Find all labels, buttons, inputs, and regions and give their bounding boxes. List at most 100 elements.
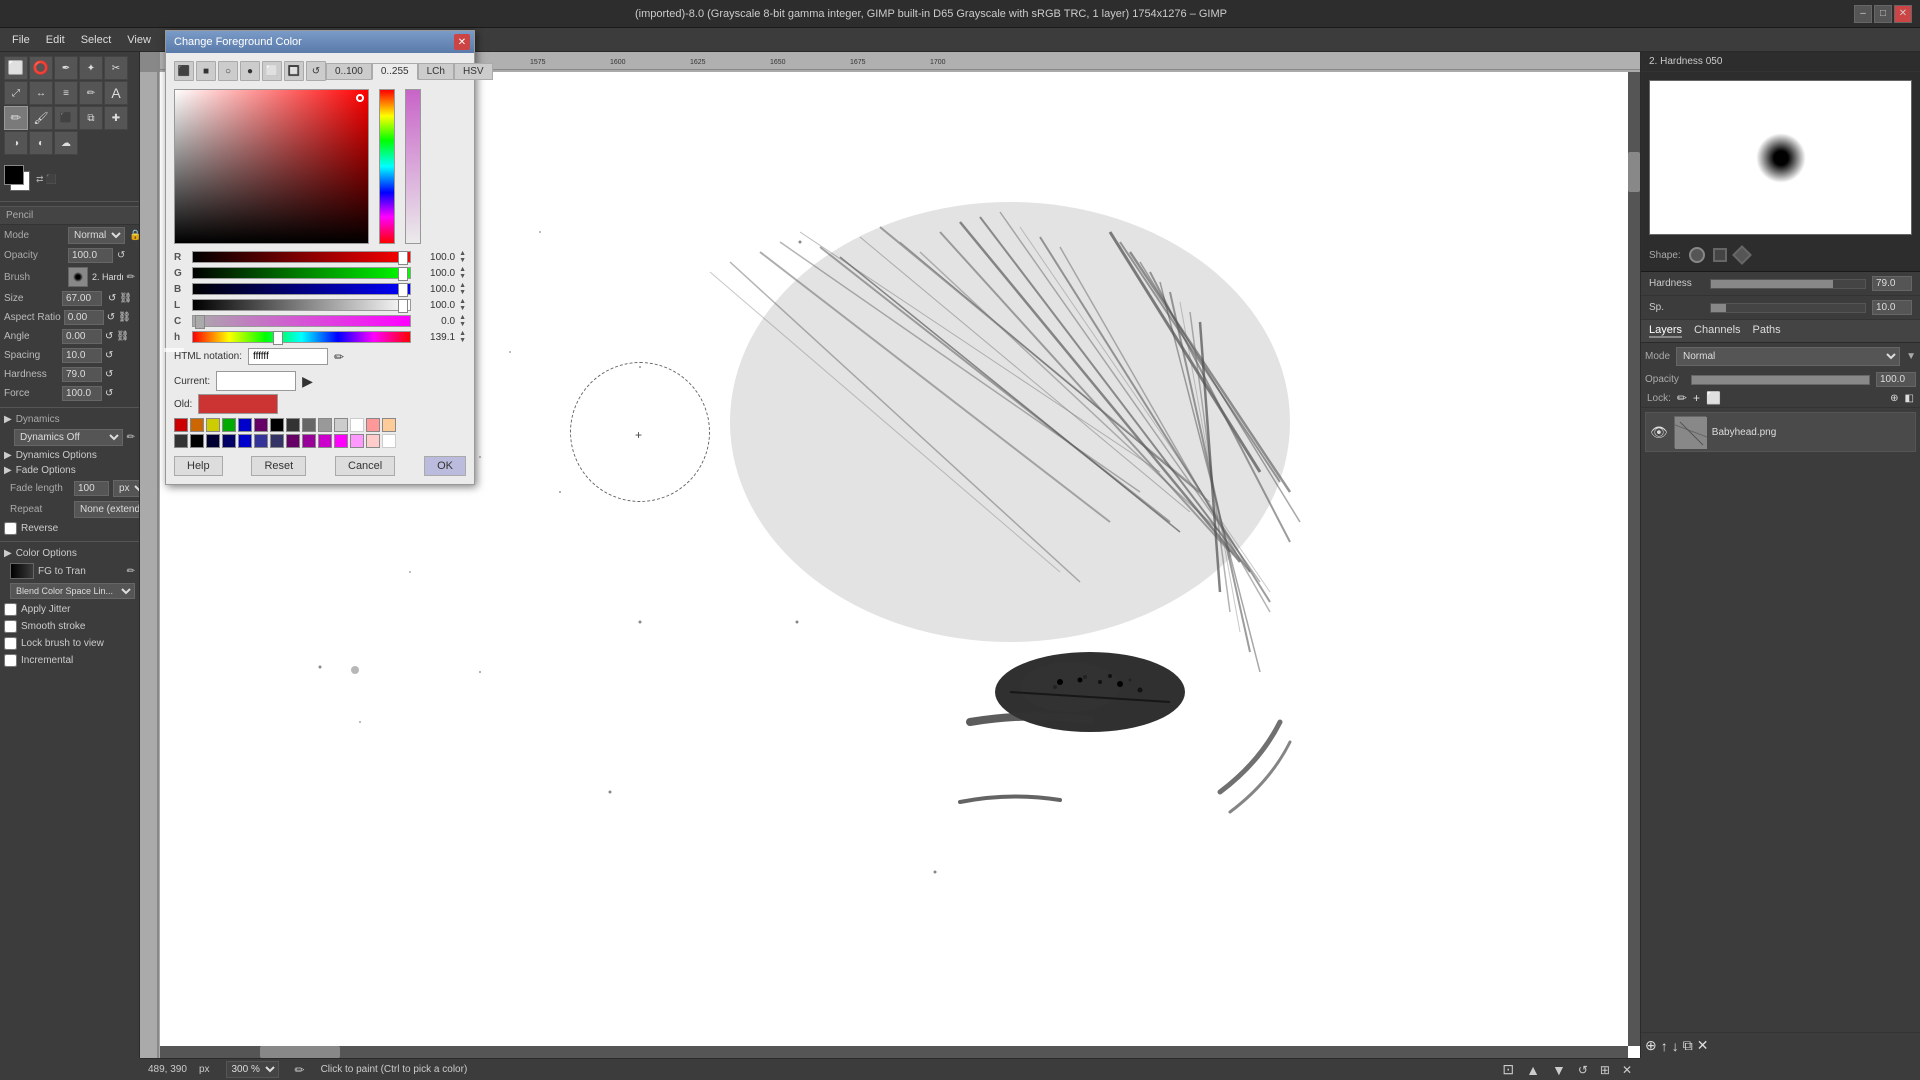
color-icon-7[interactable]: ↺ — [306, 61, 326, 81]
swatch-14[interactable] — [382, 418, 396, 432]
swatch-12[interactable] — [350, 418, 364, 432]
swatch-b14[interactable] — [382, 434, 396, 448]
aspect-link-icon[interactable]: ⛓ — [118, 312, 131, 323]
tool-crop[interactable]: ✂ — [104, 56, 128, 80]
lock-paint-icon[interactable]: ✏ — [1677, 391, 1687, 405]
hardness-value-input[interactable] — [1872, 276, 1912, 291]
swatch-2[interactable] — [190, 418, 204, 432]
layers-mode-expand[interactable]: ▼ — [1906, 351, 1916, 362]
reverse-row[interactable]: Reverse — [0, 520, 139, 537]
reverse-checkbox[interactable] — [4, 522, 17, 535]
color-gradient-picker[interactable] — [174, 89, 369, 244]
swap-current-old-icon[interactable]: ▶ — [302, 373, 313, 390]
raise-layer-icon[interactable]: ↑ — [1661, 1038, 1668, 1054]
scrollbar-thumb-h[interactable] — [260, 1046, 340, 1058]
tab-layers[interactable]: Layers — [1649, 324, 1682, 338]
slider-c-thumb[interactable] — [195, 315, 205, 329]
statusbar-close-icon[interactable]: ✕ — [1622, 1063, 1632, 1077]
swatch-8[interactable] — [286, 418, 300, 432]
color-icon-1[interactable]: ⬛ — [174, 61, 194, 81]
tool-fuzzy-select[interactable]: ✦ — [79, 56, 103, 80]
statusbar-nav-up[interactable]: ▲ — [1526, 1062, 1540, 1078]
reset-button[interactable]: Reset — [251, 456, 306, 476]
statusbar-nav-down[interactable]: ▼ — [1552, 1062, 1566, 1078]
gradient-edit-icon[interactable]: ✏ — [127, 566, 135, 577]
swatch-b6[interactable] — [254, 434, 268, 448]
foreground-color-swatch[interactable] — [4, 165, 24, 185]
aspect-ratio-input[interactable] — [64, 310, 104, 325]
slider-g-down[interactable]: ▼ — [459, 273, 466, 280]
slider-h-down[interactable]: ▼ — [459, 337, 466, 344]
swatch-b4[interactable] — [222, 434, 236, 448]
repeat-select[interactable]: None (extend) — [74, 501, 140, 518]
swatch-1[interactable] — [174, 418, 188, 432]
shape-square[interactable] — [1713, 248, 1727, 262]
slider-b-thumb[interactable] — [398, 283, 408, 297]
tool-rect-select[interactable]: ⬜ — [4, 56, 28, 80]
angle-reset-icon[interactable]: ↺ — [105, 331, 113, 342]
swatch-b13[interactable] — [366, 434, 380, 448]
apply-jitter-checkbox[interactable] — [4, 603, 17, 616]
color-dialog-close-button[interactable]: ✕ — [454, 34, 470, 50]
opacity-reset-icon[interactable]: ↺ — [117, 250, 125, 261]
menu-view[interactable]: View — [119, 32, 159, 48]
slider-h-up[interactable]: ▲ — [459, 330, 466, 337]
swatch-b5[interactable] — [238, 434, 252, 448]
tool-pencil[interactable]: ✏ — [4, 106, 28, 130]
color-tab-lch[interactable]: LCh — [418, 63, 454, 80]
slider-r-up[interactable]: ▲ — [459, 250, 466, 257]
slider-g-up[interactable]: ▲ — [459, 266, 466, 273]
slider-l-track[interactable] — [192, 299, 411, 311]
statusbar-expand-icon[interactable]: ⊞ — [1600, 1063, 1610, 1077]
close-window-button[interactable]: ✕ — [1894, 5, 1912, 23]
slider-b-track[interactable] — [192, 283, 411, 295]
hardness-reset-icon[interactable]: ↺ — [105, 369, 113, 380]
swatch-b12[interactable] — [350, 434, 364, 448]
tool-heal[interactable]: ✚ — [104, 106, 128, 130]
size-input[interactable] — [62, 291, 102, 306]
slider-r-track[interactable] — [192, 251, 411, 263]
color-alpha-strip[interactable] — [405, 89, 421, 244]
dynamics-select[interactable]: Dynamics Off — [14, 429, 123, 446]
swatch-b8[interactable] — [286, 434, 300, 448]
color-icon-4[interactable]: ● — [240, 61, 260, 81]
tool-free-select[interactable]: ✒ — [54, 56, 78, 80]
scrollbar-vertical[interactable] — [1628, 72, 1640, 1046]
swatch-3[interactable] — [206, 418, 220, 432]
help-button[interactable]: Help — [174, 456, 223, 476]
slider-l-down[interactable]: ▼ — [459, 305, 466, 312]
slider-h-track[interactable] — [192, 331, 411, 343]
angle-link-icon[interactable]: ⛓ — [116, 331, 129, 342]
swatch-4[interactable] — [222, 418, 236, 432]
swatch-11[interactable] — [334, 418, 348, 432]
spacing-value-input[interactable] — [1872, 300, 1912, 315]
tool-flip[interactable]: ↔ — [29, 81, 53, 105]
color-tab-hsv[interactable]: HSV — [454, 63, 493, 80]
slider-c-down[interactable]: ▼ — [459, 321, 466, 328]
tool-smudge[interactable]: ☁ — [54, 131, 78, 155]
dynamics-options-toggle[interactable]: ▶ — [4, 450, 12, 461]
color-options-toggle[interactable]: ▶ — [4, 548, 12, 559]
tool-text[interactable]: A — [104, 81, 128, 105]
shape-circle[interactable] — [1689, 247, 1705, 263]
maximize-button[interactable]: □ — [1874, 5, 1892, 23]
swatch-9[interactable] — [302, 418, 316, 432]
statusbar-fit-icon[interactable]: ⊡ — [1502, 1061, 1514, 1078]
incremental-checkbox[interactable] — [4, 654, 17, 667]
swatch-13[interactable] — [366, 418, 380, 432]
tool-paths[interactable]: ✏ — [79, 81, 103, 105]
slider-r-down[interactable]: ▼ — [459, 257, 466, 264]
html-input[interactable] — [248, 348, 328, 365]
lock-brush-checkbox[interactable] — [4, 637, 17, 650]
color-range-alt[interactable]: 0..255 — [372, 63, 418, 80]
slider-c-track[interactable] — [192, 315, 411, 327]
slider-c-up[interactable]: ▲ — [459, 314, 466, 321]
swatch-b3[interactable] — [206, 434, 220, 448]
smooth-stroke-checkbox[interactable] — [4, 620, 17, 633]
swatch-b2[interactable] — [190, 434, 204, 448]
swatch-b10[interactable] — [318, 434, 332, 448]
force-reset-icon[interactable]: ↺ — [105, 388, 113, 399]
default-colors-icon[interactable]: ⬛ — [46, 174, 57, 185]
tool-eraser[interactable]: ⬛ — [54, 106, 78, 130]
swatch-b9[interactable] — [302, 434, 316, 448]
